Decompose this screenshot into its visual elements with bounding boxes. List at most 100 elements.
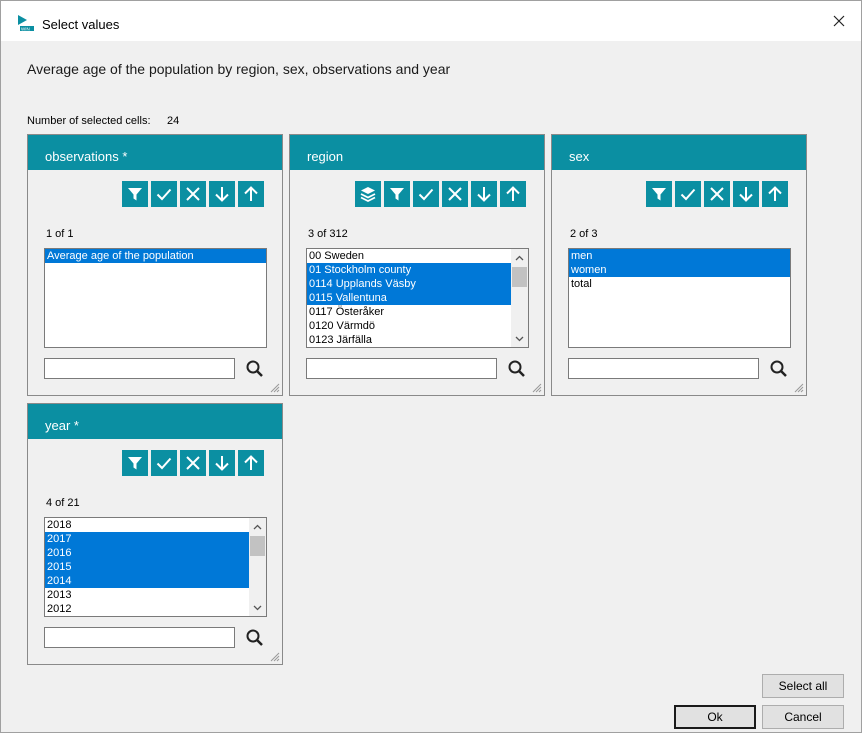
panel-year: year * 4 of 21 2018 2017 2016 2015 2014 2013 2… (27, 403, 283, 665)
x-button[interactable] (442, 181, 468, 207)
select-all-button[interactable]: Select all (762, 674, 844, 698)
x-button[interactable] (180, 450, 206, 476)
resize-grip-icon[interactable] (270, 652, 280, 662)
scroll-thumb[interactable] (250, 536, 265, 556)
search-input[interactable] (44, 627, 235, 648)
panel-toolbar (122, 450, 264, 476)
values-listbox[interactable]: 2018 2017 2016 2015 2014 2013 2012 (44, 517, 267, 617)
x-button[interactable] (180, 181, 206, 207)
arrow-up-button[interactable] (238, 181, 264, 207)
list-item[interactable]: total (569, 277, 790, 291)
panel-region: region 3 of 312 00 Sweden 01 Stockholm co… (289, 134, 545, 396)
arrow-down-button[interactable] (209, 181, 235, 207)
list-item[interactable]: 2016 (45, 546, 249, 560)
selected-cells-value: 24 (167, 115, 180, 127)
arrow-down-icon (215, 456, 229, 471)
arrow-up-button[interactable] (238, 450, 264, 476)
scroll-up-button[interactable] (511, 249, 528, 266)
values-listbox[interactable]: 00 Sweden 01 Stockholm county 0114 Uppland… (306, 248, 529, 348)
filter-icon (128, 457, 142, 470)
list-item[interactable]: 2014 (45, 574, 249, 588)
search-icon[interactable] (245, 628, 265, 648)
search-input[interactable] (568, 358, 759, 379)
scrollbar[interactable] (511, 249, 528, 347)
check-icon (156, 188, 172, 201)
list-item[interactable]: 0120 Värmdö (307, 319, 511, 333)
chevron-up-icon (253, 524, 262, 529)
chevron-down-icon (515, 336, 524, 341)
check-button[interactable] (151, 450, 177, 476)
panel-title: observations * (28, 135, 282, 170)
panel-count: 2 of 3 (570, 228, 598, 240)
arrow-up-button[interactable] (500, 181, 526, 207)
x-icon (186, 456, 200, 470)
filter-icon (128, 188, 142, 201)
panel-title: sex (552, 135, 806, 170)
list-item[interactable]: 2017 (45, 532, 249, 546)
panel-toolbar (122, 181, 264, 207)
arrow-up-icon (244, 186, 258, 201)
layers-button[interactable] (355, 181, 381, 207)
x-button[interactable] (704, 181, 730, 207)
arrow-down-button[interactable] (209, 450, 235, 476)
list-item[interactable]: women (569, 263, 790, 277)
filter-button[interactable] (646, 181, 672, 207)
filter-button[interactable] (122, 450, 148, 476)
search-icon[interactable] (507, 359, 527, 379)
list-item[interactable]: 2013 (45, 588, 249, 602)
list-item[interactable]: 2012 (45, 602, 249, 616)
check-icon (156, 457, 172, 470)
arrow-down-button[interactable] (471, 181, 497, 207)
panel-count: 4 of 21 (46, 497, 80, 509)
check-button[interactable] (675, 181, 701, 207)
list-item[interactable]: 2015 (45, 560, 249, 574)
panel-title: region (290, 135, 544, 170)
x-icon (186, 187, 200, 201)
arrow-down-icon (215, 187, 229, 202)
filter-icon (652, 188, 666, 201)
resize-grip-icon[interactable] (270, 383, 280, 393)
check-icon (680, 188, 696, 201)
title-bar: WIN Select values (1, 1, 861, 41)
window-title: Select values (42, 17, 120, 32)
cancel-button[interactable]: Cancel (762, 705, 844, 729)
ok-button[interactable]: Ok (674, 705, 756, 729)
arrow-up-icon (506, 186, 520, 201)
arrow-down-button[interactable] (733, 181, 759, 207)
search-input[interactable] (44, 358, 235, 379)
arrow-up-icon (244, 455, 258, 470)
list-item[interactable]: 2018 (45, 518, 249, 532)
scrollbar[interactable] (249, 518, 266, 616)
scroll-thumb[interactable] (512, 267, 527, 287)
values-listbox[interactable]: men women total (568, 248, 791, 348)
list-item[interactable]: 0114 Upplands Väsby (307, 277, 511, 291)
list-item[interactable]: 0115 Vallentuna (307, 291, 511, 305)
list-item[interactable]: 00 Sweden (307, 249, 511, 263)
scroll-down-button[interactable] (511, 330, 528, 347)
panel-count: 3 of 312 (308, 228, 348, 240)
search-icon[interactable] (769, 359, 789, 379)
check-button[interactable] (151, 181, 177, 207)
scroll-up-button[interactable] (249, 518, 266, 535)
search-input[interactable] (306, 358, 497, 379)
close-button[interactable] (817, 1, 861, 41)
panel-title: year * (28, 404, 282, 439)
resize-grip-icon[interactable] (794, 383, 804, 393)
select-values-dialog: WIN Select values Average age of the pop… (0, 0, 862, 733)
filter-button[interactable] (384, 181, 410, 207)
list-item[interactable]: men (569, 249, 790, 263)
chevron-down-icon (253, 605, 262, 610)
scroll-down-button[interactable] (249, 599, 266, 616)
x-icon (710, 187, 724, 201)
search-icon[interactable] (245, 359, 265, 379)
resize-grip-icon[interactable] (532, 383, 542, 393)
list-item[interactable]: Average age of the population (45, 249, 266, 263)
arrow-up-button[interactable] (762, 181, 788, 207)
values-listbox[interactable]: Average age of the population (44, 248, 267, 348)
list-item[interactable]: 01 Stockholm county (307, 263, 511, 277)
list-item[interactable]: 0123 Järfälla (307, 333, 511, 347)
list-item[interactable]: 0117 Österåker (307, 305, 511, 319)
layers-icon (360, 187, 376, 203)
filter-button[interactable] (122, 181, 148, 207)
check-button[interactable] (413, 181, 439, 207)
